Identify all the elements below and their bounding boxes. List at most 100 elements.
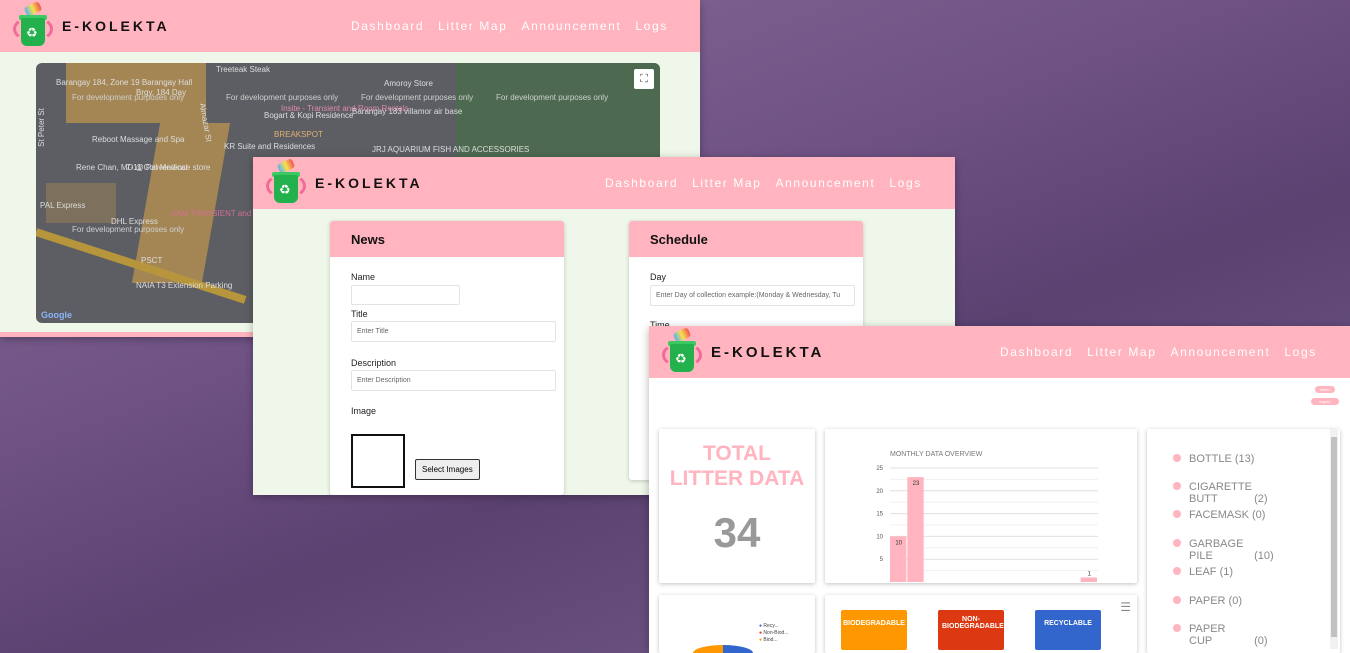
nav: Dashboard Litter Map Announcement Logs <box>605 176 922 190</box>
y-tick-label: 5 <box>880 557 884 563</box>
title-label: Title <box>351 309 368 319</box>
litter-list-item: BOTTLE (13) <box>1173 453 1255 465</box>
nav-dashboard[interactable]: Dashboard <box>351 19 424 33</box>
nav-dashboard[interactable]: Dashboard <box>605 176 678 190</box>
nav-litter-map[interactable]: Litter Map <box>692 176 761 190</box>
map-label: NAIA T3 Extension Parking <box>136 281 233 290</box>
nav: Dashboard Litter Map Announcement Logs <box>1000 345 1317 359</box>
bullet-icon <box>1173 624 1181 632</box>
category-card: BIODEGRADABLE NON-BIODEGRADABLE RECYCLAB… <box>825 595 1137 653</box>
map-watermark: For development purposes only <box>361 93 474 102</box>
litter-name: BOTTLE <box>1189 453 1232 465</box>
schedule-title: Schedule <box>629 221 863 257</box>
map-label: Reboot Massage and Spa <box>92 135 185 144</box>
monthly-chart-card: MONTHLY DATA OVERVIEW 5 10 15 20 25 10 23 1 <box>825 429 1137 583</box>
nav-litter-map[interactable]: Litter Map <box>438 19 507 33</box>
litter-name: PAPER CUP <box>1189 623 1226 647</box>
bar-label: 23 <box>913 481 920 487</box>
bullet-icon <box>1173 454 1181 462</box>
map-label: BREAKSPOT <box>274 130 323 139</box>
bullet-icon <box>1173 482 1181 490</box>
nav: Dashboard Litter Map Announcement Logs <box>351 19 668 33</box>
map-label: 7-11 Convenience store <box>126 163 211 172</box>
brand-name: E-KOLEKTA <box>711 343 825 361</box>
select-images-button[interactable]: Select Images <box>415 459 480 480</box>
brand-name: E-KOLEKTA <box>62 18 170 34</box>
litter-name: PAPER <box>1189 595 1226 607</box>
total-litter-title: TOTAL LITTER DATA <box>669 442 805 490</box>
title-input[interactable]: Enter Title <box>351 321 556 342</box>
scrollbar[interactable] <box>1330 429 1338 649</box>
day-label: Day <box>650 272 667 282</box>
bullet-icon <box>1173 539 1181 547</box>
legend-non-biodegradable: ● Non-Biod... <box>759 630 789 636</box>
header: ♻ E-KOLEKTA Dashboard Litter Map Announc… <box>649 326 1350 378</box>
image-label: Image <box>351 406 377 416</box>
dashboard-window: ♻ E-KOLEKTA Dashboard Litter Map Announc… <box>649 326 1350 653</box>
bullet-icon <box>1173 567 1181 575</box>
logo-icon: ♻ <box>13 1 53 48</box>
bar-label: 1 <box>1088 571 1092 577</box>
brand-name: E-KOLEKTA <box>315 175 423 191</box>
litter-count: (2) <box>1254 493 1268 505</box>
nav-logs[interactable]: Logs <box>889 176 921 190</box>
map-label: St Peter St <box>36 108 46 147</box>
y-tick-label: 10 <box>876 534 883 540</box>
bar[interactable] <box>907 477 924 582</box>
total-litter-value: 34 <box>713 509 761 556</box>
legend-label: Recy... <box>763 623 779 629</box>
legend-recyclable: ● Recy... <box>759 623 779 629</box>
litter-list-item: PAPER CUP (0) <box>1173 623 1268 647</box>
map-label: PSCT <box>141 256 163 265</box>
map-label: Barangay 184, Zone 19 Barangay Hall <box>56 78 193 87</box>
litter-list-item: LEAF (1) <box>1173 566 1234 578</box>
fullscreen-icon[interactable]: ⛶ <box>634 69 654 89</box>
header: ♻ E-KOLEKTA Dashboard Litter Map Announc… <box>253 157 955 209</box>
litter-name: LEAF <box>1189 566 1217 578</box>
map-watermark: For development purposes only <box>72 225 185 234</box>
recyclable-tile[interactable]: RECYCLABLE <box>1035 610 1101 650</box>
map-label: Barangay 183 villamor air base <box>352 107 463 116</box>
bullet-icon <box>1173 510 1181 518</box>
bar-label: 10 <box>895 540 902 546</box>
nav-announcement[interactable]: Announcement <box>1170 345 1270 359</box>
litter-name: GARBAGE PILE <box>1189 538 1244 562</box>
logo-icon: ♻ <box>266 158 306 205</box>
y-tick-label: 20 <box>876 489 883 495</box>
nav-announcement[interactable]: Announcement <box>775 176 875 190</box>
map-watermark: For development purposes only <box>72 93 185 102</box>
map-watermark: For development purposes only <box>226 93 339 102</box>
admin-button[interactable]: admin <box>1315 386 1335 393</box>
description-label: Description <box>351 358 397 368</box>
bullet-icon <box>1173 596 1181 604</box>
map-label: Bogart & Kopi Residence <box>264 111 354 120</box>
litter-list-item: CIGARETTE BUTT (2) <box>1173 481 1268 505</box>
news-card: News Name Title Enter Title Description … <box>330 221 564 495</box>
map-label: Treeteak Steak <box>216 65 270 74</box>
map-label: KR Suite and Residences <box>224 142 316 151</box>
litter-name: CIGARETTE BUTT <box>1189 481 1252 505</box>
legend-label: Non-Biod... <box>763 630 789 636</box>
biodegradable-tile[interactable]: BIODEGRADABLE <box>841 610 907 650</box>
bar[interactable] <box>1080 577 1097 582</box>
nav-logs[interactable]: Logs <box>1284 345 1316 359</box>
description-input[interactable]: Enter Description <box>351 370 556 391</box>
map-label: PAL Express <box>40 201 86 210</box>
non-biodegradable-tile[interactable]: NON-BIODEGRADABLE <box>938 610 1004 650</box>
nav-litter-map[interactable]: Litter Map <box>1087 345 1156 359</box>
day-input[interactable]: Enter Day of collection example:(Monday … <box>650 285 855 306</box>
name-input[interactable] <box>351 285 460 305</box>
nav-dashboard[interactable]: Dashboard <box>1000 345 1073 359</box>
nav-announcement[interactable]: Announcement <box>521 19 621 33</box>
litter-list-item: PAPER (0) <box>1173 595 1242 607</box>
hamburger-menu-icon[interactable]: ☰ <box>1120 600 1131 614</box>
litter-count: (13) <box>1234 453 1255 465</box>
logout-button[interactable]: logout <box>1311 398 1339 405</box>
header: ♻ E-KOLEKTA Dashboard Litter Map Announc… <box>0 0 700 52</box>
nav-logs[interactable]: Logs <box>635 19 667 33</box>
map-watermark: For development purposes only <box>496 93 609 102</box>
litter-list-item: FACEMASK (0) <box>1173 509 1265 521</box>
legend-label: Biod... <box>763 637 778 643</box>
litter-count: (1) <box>1219 566 1234 578</box>
litter-name: FACEMASK <box>1189 509 1249 521</box>
